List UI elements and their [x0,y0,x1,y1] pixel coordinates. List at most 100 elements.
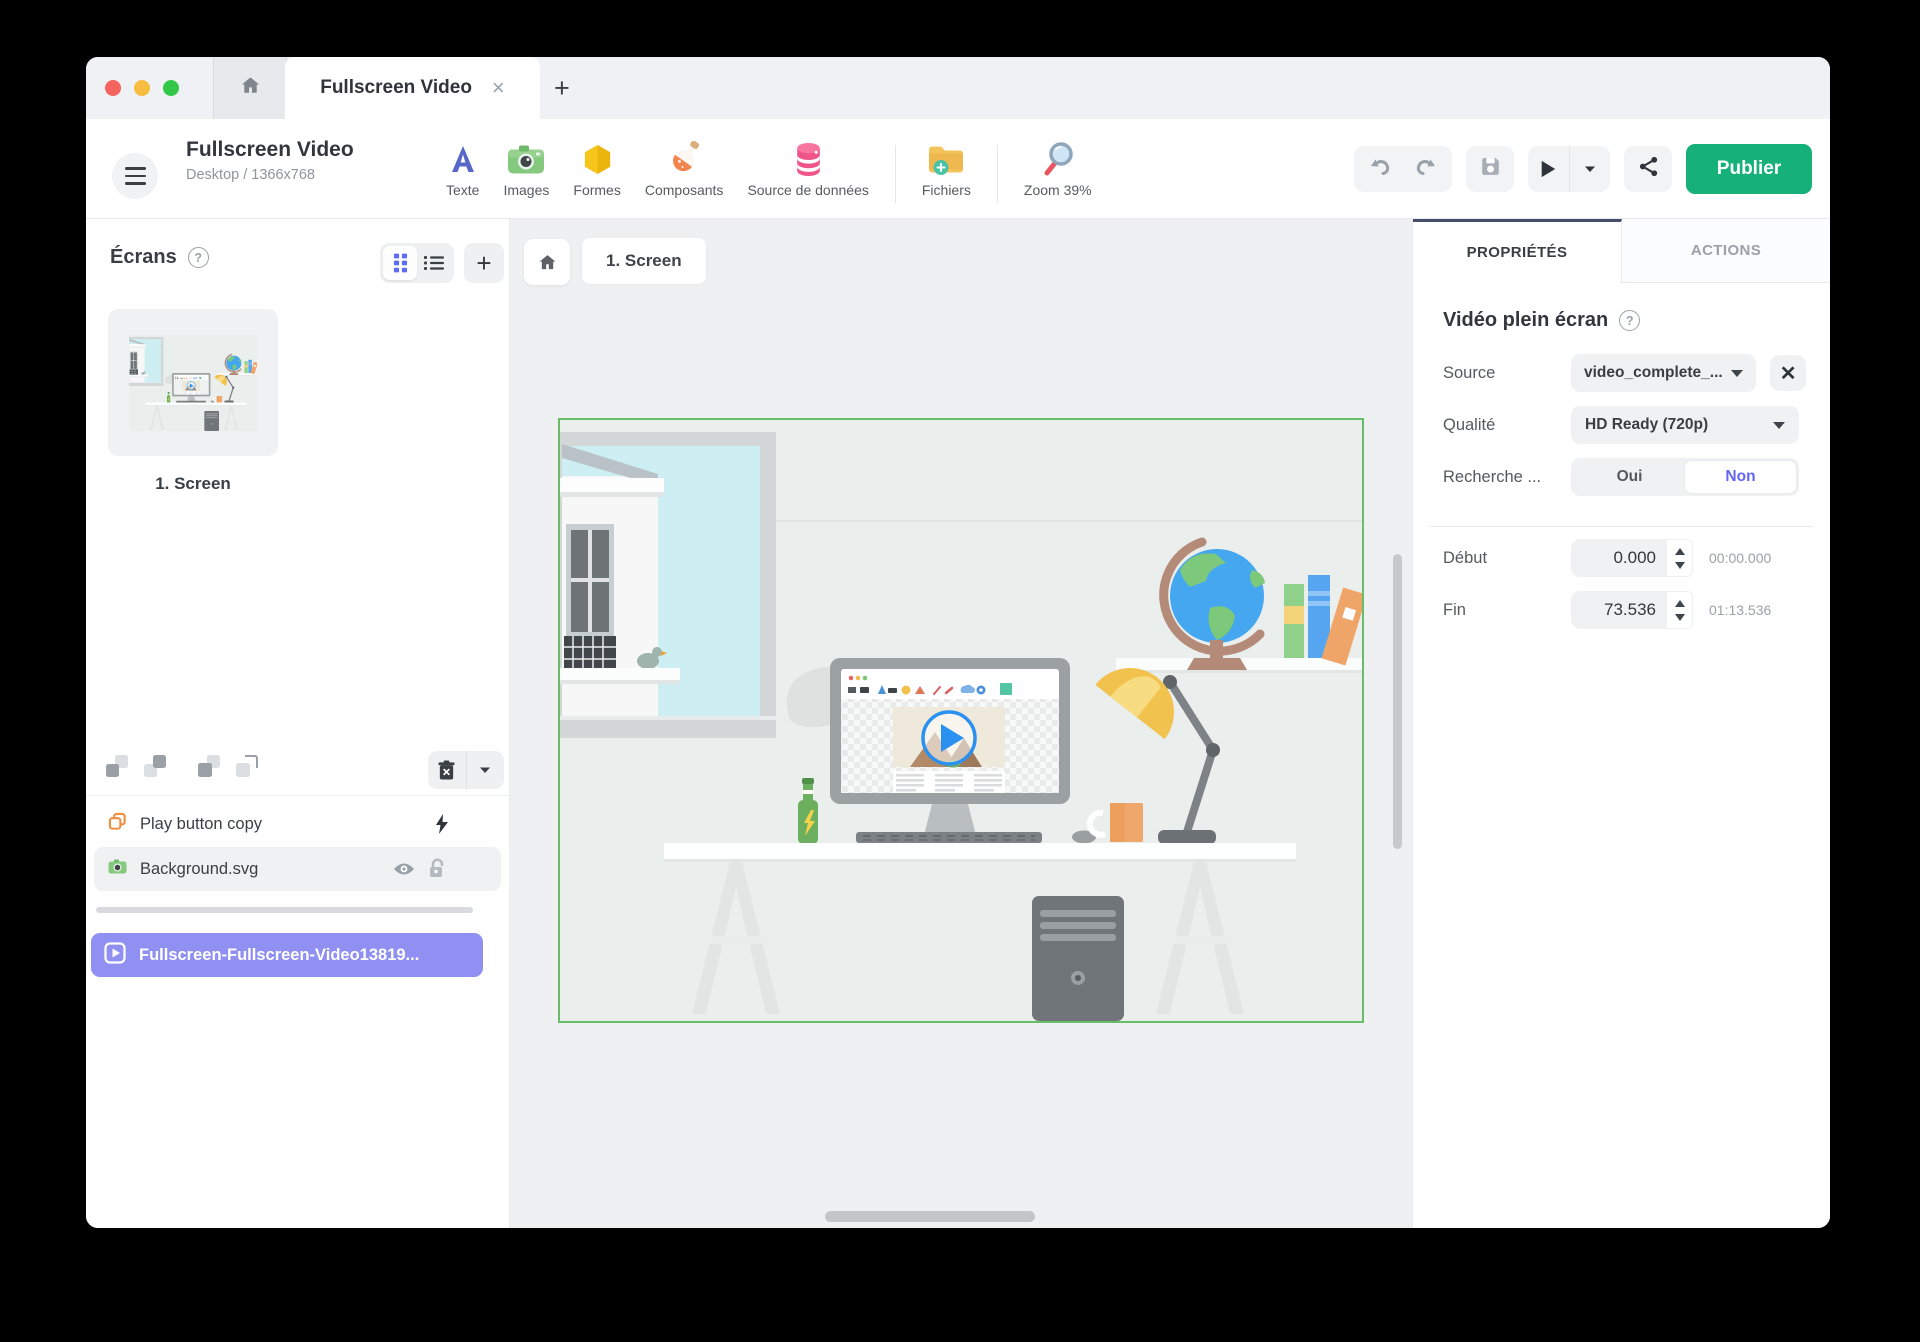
artboard-selected[interactable] [558,418,1364,1023]
preview-options-button[interactable] [1570,146,1611,192]
zoom-window-button[interactable] [163,80,179,96]
quality-select[interactable]: HD Ready (720p) [1571,406,1799,444]
toolbar: Fullscreen Video Desktop / 1366x768 Text… [86,119,1830,219]
hexagon-icon [581,139,614,179]
delete-layer-button[interactable] [428,751,466,789]
tool-data-source[interactable]: Source de données [747,139,869,198]
help-icon[interactable]: ? [187,247,209,268]
chevron-down-icon [1731,369,1744,377]
add-screen-button[interactable]: + [464,243,504,283]
toolbar-divider [996,145,998,203]
stepper-up-icon[interactable] [1674,599,1685,607]
seek-toggle-yes[interactable]: Oui [1574,461,1685,493]
quality-label: Qualité [1443,415,1496,434]
grid-view-button[interactable] [383,246,417,280]
actions-bolt-icon[interactable] [435,814,449,839]
bring-forward-button[interactable] [144,755,166,777]
list-view-button[interactable] [417,246,451,280]
help-icon[interactable]: ? [1619,310,1641,331]
screen-thumbnail[interactable] [108,309,278,456]
video-layer-icon [104,941,126,969]
tool-components[interactable]: Composants [645,139,723,198]
preview-play-button[interactable] [1528,146,1569,192]
seek-toggle-no[interactable]: Non [1685,461,1796,493]
new-tab-button[interactable]: + [554,57,570,119]
stepper-down-icon[interactable] [1674,613,1685,621]
stepper-up-icon[interactable] [1674,547,1685,555]
start-time-input[interactable]: 0.000 [1571,539,1667,577]
preview-group [1528,146,1610,192]
grid-view-icon [393,253,407,273]
bring-to-front-button[interactable] [236,755,258,777]
sidebar-divider [86,795,509,796]
start-timecode: 00:00.000 [1709,550,1772,566]
source-label: Source [1443,363,1496,382]
tab-actions[interactable]: ACTIONS [1622,219,1830,283]
background-illustration [560,420,1362,1021]
horizontal-scrollbar[interactable] [825,1211,1035,1222]
undo-button[interactable] [1369,155,1393,184]
toolbar-divider [894,145,896,203]
layer-row-fullscreen-video-selected[interactable]: Fullscreen-Fullscreen-Video13819... [91,933,483,977]
menu-button[interactable] [112,153,158,199]
share-button[interactable] [1624,146,1672,192]
stepper-down-icon[interactable] [1674,561,1685,569]
flask-icon [666,139,702,179]
chevron-down-icon [1584,166,1595,172]
screens-layers-sidebar: Écrans ? + 1. Screen Play button copy Ba… [86,219,510,1228]
send-to-back-button[interactable] [198,755,220,777]
source-select[interactable]: video_complete_... [1571,354,1757,392]
send-backward-button[interactable] [106,755,128,777]
start-stepper [1667,539,1693,577]
tool-text[interactable]: Texte [446,139,479,198]
breadcrumb-home-button[interactable] [524,239,570,285]
delete-options-button[interactable] [467,751,505,789]
app-window: Fullscreen Video × + Fullscreen Video De… [86,57,1830,1228]
panel-divider [1429,526,1814,527]
undo-redo-group [1354,146,1452,192]
redo-button[interactable] [1413,155,1437,184]
save-icon [1478,154,1503,184]
chevron-down-icon [1773,421,1785,429]
save-button[interactable] [1466,146,1514,192]
trash-icon [438,760,455,780]
canvas-area[interactable]: 1. Screen [510,219,1412,1228]
clear-source-button[interactable]: ✕ [1770,355,1806,391]
publish-button[interactable]: Publier [1686,144,1812,194]
end-stepper [1667,591,1693,629]
layer-row-play-button-copy[interactable]: Play button copy [94,803,501,845]
tab-close-icon[interactable]: × [492,77,505,99]
tool-images[interactable]: Images [503,139,549,198]
home-tab[interactable] [213,57,287,119]
layer-order-controls [106,755,258,777]
close-window-button[interactable] [105,80,121,96]
breadcrumb-screen[interactable]: 1. Screen [580,236,708,286]
section-title: Vidéo plein écran [1443,309,1609,331]
vertical-scrollbar[interactable] [1393,554,1402,849]
project-subtitle: Desktop / 1366x768 [186,167,315,183]
tool-shapes[interactable]: Formes [573,139,621,198]
unlock-icon[interactable] [427,858,445,885]
visibility-eye-icon[interactable] [393,862,415,881]
share-icon [1637,155,1660,183]
properties-panel: PROPRIÉTÉS ACTIONS Vidéo plein écran ? S… [1412,219,1830,1228]
seek-toggle: Oui Non [1571,458,1799,496]
minimize-window-button[interactable] [134,80,150,96]
end-timecode: 01:13.536 [1709,602,1772,618]
screen-thumbnail-label[interactable]: 1. Screen [108,474,278,494]
database-icon [794,139,823,179]
magnifier-icon [1041,139,1075,179]
copy-icon [108,812,127,836]
tool-zoom[interactable]: Zoom 39% [1024,139,1092,198]
layer-drop-indicator [96,907,473,913]
layer-row-background-svg[interactable]: Background.svg [94,847,501,891]
end-time-input[interactable]: 73.536 [1571,591,1667,629]
tab-properties[interactable]: PROPRIÉTÉS [1413,219,1622,283]
tab-fullscreen-video[interactable]: Fullscreen Video × [285,57,540,119]
tool-files[interactable]: Fichiers [922,139,971,198]
seek-label: Recherche ... [1443,467,1542,486]
home-icon [239,74,262,102]
project-title-block: Fullscreen Video Desktop / 1366x768 [186,138,354,183]
home-icon [539,254,555,269]
project-title: Fullscreen Video [186,138,354,161]
